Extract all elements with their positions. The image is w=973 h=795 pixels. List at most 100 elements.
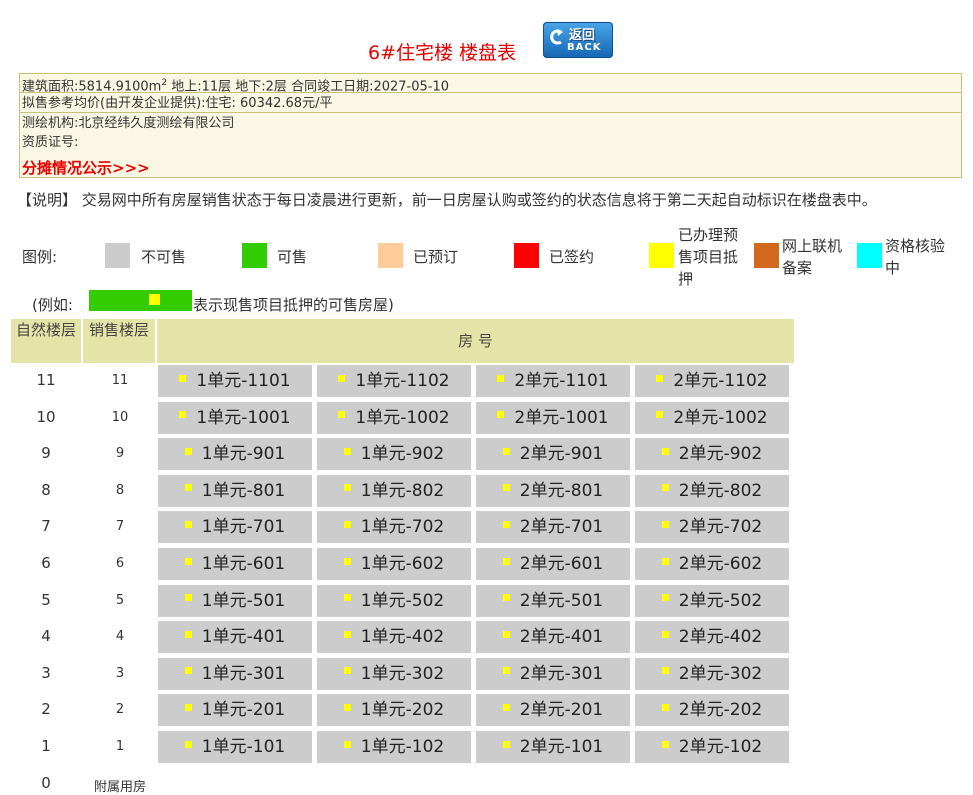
share-info-link[interactable]: 分摊情况公示>>> [22,157,150,178]
room-cell[interactable]: 1单元-801 [158,474,312,507]
mortgage-indicator-icon [497,374,505,382]
sales-floor-number: 7 [115,519,125,535]
building-sales-table-page: 6#住宅楼 楼盘表 返回 BACK 建筑面积:5814.9100m2 地上:11… [0,0,973,795]
room-number-label: 1单元-602 [360,554,445,574]
room-cell[interactable]: 1单元-702 [317,511,471,544]
room-cell[interactable]: 2单元-902 [635,438,789,471]
room-number-label: 1单元-201 [201,700,286,721]
example-suffix: 表示现售项目抵押的可售房屋) [193,296,394,314]
room-cell[interactable]: 1单元-701 [158,511,312,544]
mortgage-indicator-icon [343,630,351,638]
mortgage-indicator-icon [661,740,669,748]
room-cell[interactable]: 2单元-202 [635,694,789,727]
room-number-label: 2单元-301 [519,663,604,684]
room-number-label: 1单元-902 [360,444,445,465]
room-cell[interactable]: 1单元-602 [317,548,471,580]
room-cell[interactable]: 1单元-601 [158,548,312,580]
example-prefix: (例如: [32,296,73,314]
back-label-en: BACK [567,42,602,53]
sales-floor-number: 3 [115,665,125,681]
room-number-label: 2单元-302 [678,663,763,684]
room-cell[interactable]: 2单元-701 [476,511,630,544]
room-cell[interactable]: 2单元-402 [635,621,789,654]
room-cell[interactable]: 2单元-102 [635,731,789,763]
room-cell[interactable]: 1单元-102 [317,731,471,763]
room-number-label: 2单元-701 [519,517,604,538]
room-number-label: 2单元-902 [678,444,763,465]
room-cell[interactable]: 1单元-502 [317,584,471,617]
info-license-line: 资质证号: [22,135,79,150]
room-cell[interactable]: 1单元-401 [158,621,312,654]
legend-swatch-unavailable [105,243,130,268]
room-cell[interactable]: 2单元-802 [635,474,789,507]
room-cell[interactable]: 2单元-302 [635,657,789,690]
room-cell[interactable]: 1单元-302 [317,657,471,690]
room-cell[interactable]: 1单元-201 [158,694,312,727]
mortgage-indicator-icon [661,484,669,492]
update-note: 【说明】 交易网中所有房屋销售状态于每日凌晨进行更新，前一日房屋认购或签约的状态… [17,191,877,209]
room-cell[interactable]: 2单元-901 [476,438,630,471]
room-cell[interactable]: 1单元-501 [158,584,312,617]
room-cell[interactable]: 1单元-802 [317,474,471,507]
back-button[interactable]: 返回 BACK [543,22,613,58]
mortgage-indicator-icon [502,630,510,638]
natural-floor-number: 7 [41,517,51,536]
room-cell[interactable]: 2单元-801 [476,474,630,507]
mortgage-indicator-icon [184,594,192,602]
room-number-label: 2单元-802 [678,480,763,501]
room-cell[interactable]: 2单元-201 [476,694,630,727]
room-cell[interactable]: 1单元-202 [317,694,471,727]
room-cell[interactable]: 2单元-601 [476,548,630,580]
mortgage-indicator-icon [656,374,664,382]
room-number-label: 2单元-102 [678,737,763,757]
info-area-line: 建筑面积:5814.9100m2 地上:11层 地下:2层 合同竣工日期:202… [20,74,961,94]
mortgage-indicator-icon [184,740,192,748]
room-cell[interactable]: 1单元-901 [158,438,312,471]
room-cell[interactable]: 2单元-101 [476,731,630,763]
room-cell[interactable]: 1单元-1002 [317,401,471,434]
room-cell[interactable]: 2单元-501 [476,584,630,617]
room-number-label: 2单元-202 [678,700,763,721]
mortgage-indicator-icon [502,484,510,492]
room-number-label: 2单元-1102 [673,371,768,391]
room-cell[interactable]: 1单元-1101 [158,365,312,397]
room-cell[interactable]: 2单元-602 [635,548,789,580]
mortgage-indicator-icon [502,520,510,528]
room-cell[interactable]: 1单元-1001 [158,401,312,434]
room-cell[interactable]: 2单元-401 [476,621,630,654]
mortgage-indicator-icon [661,520,669,528]
room-number-label: 2单元-702 [678,517,763,538]
natural-floor-number: 5 [41,590,51,609]
room-number-label: 2单元-1101 [514,371,609,391]
room-cell[interactable]: 1单元-902 [317,438,471,471]
mortgage-indicator-icon [661,594,669,602]
room-number-label: 1单元-1101 [196,371,291,391]
room-cell[interactable]: 2单元-1102 [635,365,789,397]
room-cell[interactable]: 1单元-301 [158,657,312,690]
legend-label-signed: 已签约 [549,248,595,266]
legend-swatch-mortgaged [649,243,674,268]
room-cell[interactable]: 2单元-1002 [635,401,789,434]
mortgage-indicator-icon [661,557,669,565]
room-number-label: 1单元-301 [201,663,286,684]
sales-floor-number: 6 [115,556,125,571]
room-number-label: 2单元-601 [519,554,604,574]
info-price-line: 拟售参考均价(由开发企业提供):住宅: 60342.68元/平 [20,94,961,113]
sales-floor-number: 8 [115,482,125,498]
room-cell[interactable]: 2单元-301 [476,657,630,690]
back-label-cn: 返回 [569,28,596,43]
room-cell[interactable]: 1单元-402 [317,621,471,654]
room-cell[interactable]: 1单元-1102 [317,365,471,397]
sales-floor-number: 9 [115,446,125,462]
room-cell[interactable]: 2单元-702 [635,511,789,544]
room-cell[interactable]: 2单元-1101 [476,365,630,397]
mortgage-indicator-icon [184,667,192,675]
room-cell[interactable]: 2单元-1001 [476,401,630,434]
room-number-label: 1单元-202 [360,700,445,721]
room-cell[interactable]: 1单元-101 [158,731,312,763]
room-number-label: 1单元-502 [360,590,445,611]
mortgage-indicator-icon [502,557,510,565]
room-cell[interactable]: 2单元-502 [635,584,789,617]
header-sales-floor: 销售楼层 [83,319,155,363]
room-number-label: 2单元-901 [519,444,604,465]
